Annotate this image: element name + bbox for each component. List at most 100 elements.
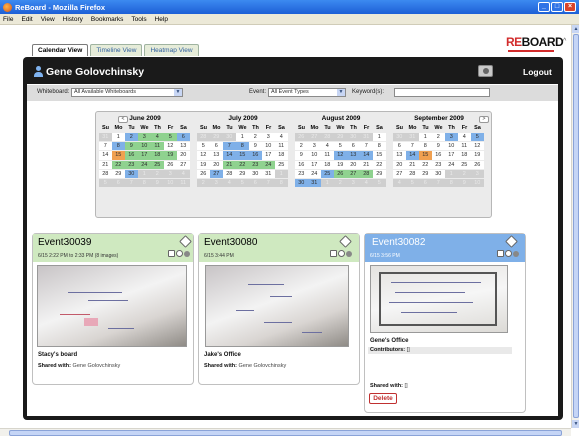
scroll-down-arrow-icon[interactable]: ▼ <box>572 420 579 428</box>
event-type-select[interactable]: All Event Types ▼ <box>268 88 346 97</box>
whiteboard-thumbnail[interactable] <box>370 265 508 333</box>
calendar-day[interactable]: 19 <box>334 160 347 169</box>
calendar-day[interactable]: 3 <box>445 133 458 142</box>
calendar-day[interactable]: 5 <box>471 133 484 142</box>
document-icon[interactable] <box>330 250 337 257</box>
contributors-value[interactable]: [] <box>407 347 410 353</box>
calendar-day[interactable]: 15 <box>419 151 432 160</box>
calendar-day[interactable]: 20 <box>210 160 223 169</box>
calendar-day[interactable]: 29 <box>112 169 125 178</box>
close-button[interactable]: × <box>564 2 576 12</box>
calendar-day[interactable]: 18 <box>151 151 164 160</box>
calendar-day[interactable]: 17 <box>262 151 275 160</box>
calendar-day[interactable]: 12 <box>471 142 484 151</box>
calendar-day[interactable]: 10 <box>445 142 458 151</box>
calendar-day[interactable]: 23 <box>432 160 445 169</box>
download-icon[interactable] <box>184 251 190 257</box>
calendar-day[interactable]: 4 <box>321 142 334 151</box>
whiteboard-select[interactable]: All Available Whiteboards ▼ <box>71 88 183 97</box>
calendar-day[interactable]: 16 <box>432 151 445 160</box>
calendar-day[interactable]: 19 <box>471 151 484 160</box>
calendar-day[interactable]: 14 <box>406 151 419 160</box>
calendar-day[interactable]: 12 <box>164 142 177 151</box>
calendar-day[interactable]: 13 <box>347 151 360 160</box>
calendar-day[interactable]: 22 <box>419 160 432 169</box>
shared-with-value[interactable]: [] <box>405 383 408 389</box>
calendar-day[interactable]: 23 <box>125 160 138 169</box>
calendar-day[interactable]: 28 <box>406 169 419 178</box>
calendar-day[interactable]: 4 <box>275 133 288 142</box>
vertical-scrollbar[interactable]: ▲ ▼ <box>571 25 579 428</box>
menu-file[interactable]: File <box>3 16 13 23</box>
calendar-day[interactable]: 30 <box>432 169 445 178</box>
tab-heatmap-view[interactable]: Heatmap View <box>144 44 199 56</box>
calendar-day[interactable]: 24 <box>138 160 151 169</box>
calendar-day[interactable]: 28 <box>360 169 373 178</box>
calendar-day[interactable]: 27 <box>393 169 406 178</box>
calendar-day[interactable]: 10 <box>308 151 321 160</box>
event-title[interactable]: Event30082 <box>372 237 425 248</box>
document-icon[interactable] <box>168 250 175 257</box>
calendar-day[interactable]: 22 <box>373 160 386 169</box>
camera-button[interactable] <box>478 65 493 77</box>
scroll-up-arrow-icon[interactable]: ▲ <box>572 25 579 33</box>
calendar-day[interactable]: 24 <box>262 160 275 169</box>
calendar-day[interactable]: 7 <box>406 142 419 151</box>
calendar-day[interactable]: 29 <box>373 169 386 178</box>
calendar-day[interactable]: 9 <box>295 151 308 160</box>
calendar-day[interactable]: 14 <box>360 151 373 160</box>
calendar-day[interactable]: 15 <box>236 151 249 160</box>
calendar-day[interactable]: 14 <box>223 151 236 160</box>
calendar-day[interactable]: 16 <box>125 151 138 160</box>
calendar-day[interactable]: 6 <box>393 142 406 151</box>
calendar-day[interactable]: 16 <box>295 160 308 169</box>
calendar-day[interactable]: 13 <box>177 142 190 151</box>
calendar-day[interactable]: 20 <box>177 151 190 160</box>
calendar-day[interactable]: 26 <box>471 160 484 169</box>
calendar-day[interactable]: 24 <box>445 160 458 169</box>
calendar-day[interactable]: 18 <box>275 151 288 160</box>
calendar-day[interactable]: 22 <box>112 160 125 169</box>
calendar-day[interactable]: 2 <box>125 133 138 142</box>
calendar-day[interactable]: 20 <box>347 160 360 169</box>
calendar-day[interactable]: 21 <box>99 160 112 169</box>
calendar-day[interactable]: 12 <box>334 151 347 160</box>
calendar-day[interactable]: 5 <box>334 142 347 151</box>
calendar-day[interactable]: 6 <box>347 142 360 151</box>
calendar-day[interactable]: 1 <box>236 133 249 142</box>
download-icon[interactable] <box>346 251 352 257</box>
calendar-day[interactable]: 23 <box>295 169 308 178</box>
calendar-day[interactable]: 1 <box>419 133 432 142</box>
calendar-day[interactable]: 4 <box>458 133 471 142</box>
calendar-day[interactable]: 29 <box>236 169 249 178</box>
calendar-day[interactable]: 25 <box>321 169 334 178</box>
calendar-day[interactable]: 8 <box>112 142 125 151</box>
calendar-day[interactable]: 15 <box>112 151 125 160</box>
calendar-day[interactable]: 11 <box>321 151 334 160</box>
chevron-down-icon[interactable]: ▼ <box>337 89 345 96</box>
calendar-day[interactable]: 13 <box>393 151 406 160</box>
whiteboard-thumbnail[interactable] <box>37 265 187 347</box>
calendar-day[interactable]: 8 <box>236 142 249 151</box>
calendar-day[interactable]: 18 <box>458 151 471 160</box>
calendar-day[interactable]: 3 <box>308 142 321 151</box>
calendar-day[interactable]: 17 <box>308 160 321 169</box>
calendar-day[interactable]: 2 <box>249 133 262 142</box>
calendar-day[interactable]: 28 <box>99 169 112 178</box>
menu-edit[interactable]: Edit <box>21 16 32 23</box>
calendar-day[interactable]: 30 <box>125 169 138 178</box>
calendar-day[interactable]: 11 <box>458 142 471 151</box>
calendar-day[interactable]: 26 <box>334 169 347 178</box>
calendar-day[interactable]: 31 <box>308 178 321 188</box>
calendar-day[interactable]: 9 <box>432 142 445 151</box>
calendar-day[interactable]: 18 <box>321 160 334 169</box>
chevron-down-icon[interactable]: ▼ <box>174 89 182 96</box>
calendar-day[interactable]: 3 <box>138 133 151 142</box>
calendar-day[interactable]: 15 <box>373 151 386 160</box>
calendar-day[interactable]: 16 <box>249 151 262 160</box>
calendar-day[interactable]: 26 <box>164 160 177 169</box>
logout-link[interactable]: Logout <box>523 67 552 77</box>
calendar-day[interactable]: 22 <box>236 160 249 169</box>
calendar-day[interactable]: 4 <box>151 133 164 142</box>
calendar-day[interactable]: 1 <box>112 133 125 142</box>
